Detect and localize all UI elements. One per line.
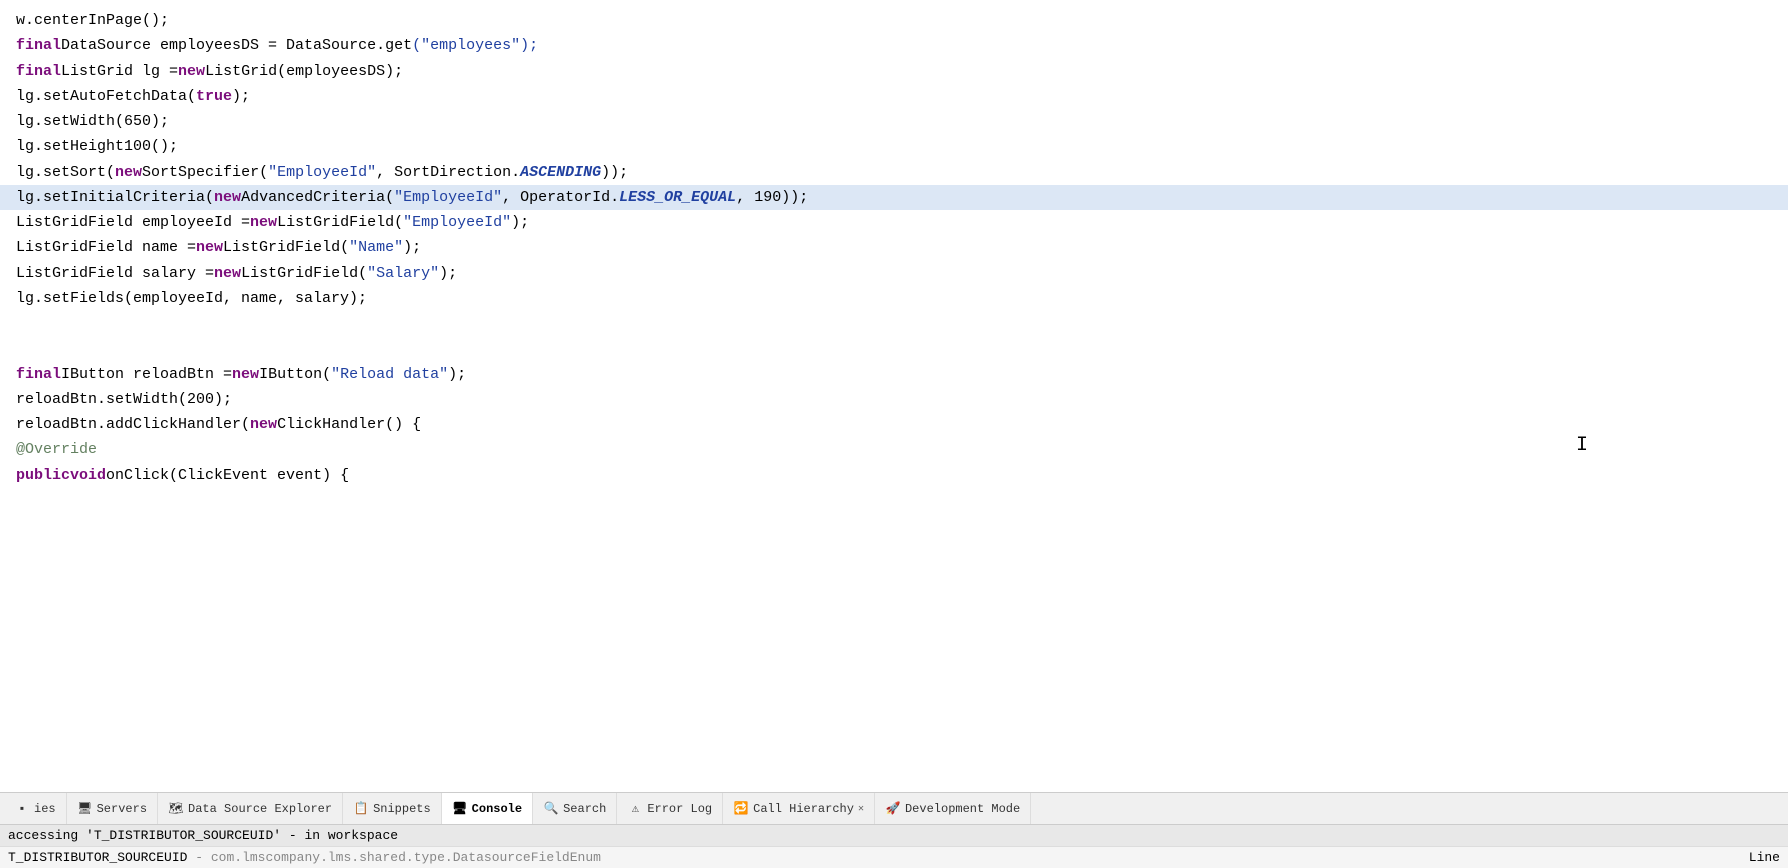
tab-search-label: Search — [563, 802, 606, 816]
tab-snippets[interactable]: 📋 Snippets — [343, 793, 442, 824]
code-line-line1: w.centerInPage(); — [0, 8, 1788, 33]
code-line-line7: lg.setSort(new SortSpecifier("EmployeeId… — [0, 160, 1788, 185]
status-line-indicator: Line — [1749, 850, 1780, 865]
code-line-line19: public void onClick(ClickEvent event) { — [0, 463, 1788, 488]
tab-devmode-label: Development Mode — [905, 802, 1020, 816]
code-line-line16: reloadBtn.setWidth(200); — [0, 387, 1788, 412]
status-accessing-text: accessing 'T_DISTRIBUTOR_SOURCEUID' - in… — [8, 828, 398, 843]
tab-search[interactable]: 🔍 Search — [533, 793, 617, 824]
console-icon: 🖥 — [452, 801, 468, 817]
devmode-icon: 🚀 — [885, 801, 901, 817]
status-field-name: T_DISTRIBUTOR_SOURCEUID — [8, 850, 187, 865]
tab-callhierarchy-label: Call Hierarchy — [753, 802, 854, 816]
tab-ies[interactable]: ▪ ies — [4, 793, 67, 824]
tab-datasource-label: Data Source Explorer — [188, 802, 332, 816]
tab-snippets-label: Snippets — [373, 802, 431, 816]
code-line-line13 — [0, 311, 1788, 336]
code-line-line14 — [0, 336, 1788, 361]
status-separator: - — [195, 850, 211, 865]
code-line-line18: @Override — [0, 437, 1788, 462]
status-class-path: com.lmscompany.lms.shared.type.Datasourc… — [211, 850, 601, 865]
datasource-icon: 🗺 — [168, 801, 184, 817]
errorlog-icon: ⚠ — [627, 801, 643, 817]
code-line-line15: final IButton reloadBtn = new IButton("R… — [0, 362, 1788, 387]
code-line-line2: final DataSource employeesDS = DataSourc… — [0, 33, 1788, 58]
bottom-tab-bar: ▪ ies 🖥 Servers 🗺 Data Source Explorer 📋 Snippe… — [0, 792, 1788, 824]
code-line-line10: ListGridField name = new ListGridField("… — [0, 235, 1788, 260]
tab-ies-label: ies — [34, 802, 56, 816]
code-line-line4: lg.setAutoFetchData(true); — [0, 84, 1788, 109]
tab-console-label: Console — [472, 802, 522, 816]
snippets-icon: 📋 — [353, 801, 369, 817]
tab-errorlog[interactable]: ⚠ Error Log — [617, 793, 723, 824]
servers-icon: 🖥 — [77, 801, 93, 817]
status-bar-line2: T_DISTRIBUTOR_SOURCEUID - com.lmscompany… — [0, 846, 1788, 868]
code-line-line5: lg.setWidth(650); — [0, 109, 1788, 134]
tab-callhierarchy-close[interactable]: ✕ — [858, 803, 864, 815]
code-line-line11: ListGridField salary = new ListGridField… — [0, 261, 1788, 286]
tab-console[interactable]: 🖥 Console — [442, 793, 533, 824]
code-editor[interactable]: w.centerInPage();final DataSource employ… — [0, 0, 1788, 792]
tab-servers-label: Servers — [97, 802, 147, 816]
tab-servers[interactable]: 🖥 Servers — [67, 793, 158, 824]
code-line-line17: reloadBtn.addClickHandler(new ClickHandl… — [0, 412, 1788, 437]
code-line-line8: lg.setInitialCriteria(new AdvancedCriter… — [0, 185, 1788, 210]
search-icon: 🔍 — [543, 801, 559, 817]
tab-devmode[interactable]: 🚀 Development Mode — [875, 793, 1031, 824]
code-line-line6: lg.setHeight100(); — [0, 134, 1788, 159]
tab-callhierarchy[interactable]: 🔁 Call Hierarchy ✕ — [723, 793, 875, 824]
ies-icon: ▪ — [14, 801, 30, 817]
tab-datasource[interactable]: 🗺 Data Source Explorer — [158, 793, 343, 824]
callhierarchy-icon: 🔁 — [733, 801, 749, 817]
code-line-line9: ListGridField employeeId = new ListGridF… — [0, 210, 1788, 235]
code-line-line12: lg.setFields(employeeId, name, salary); — [0, 286, 1788, 311]
code-line-line3: final ListGrid lg = new ListGrid(employe… — [0, 59, 1788, 84]
status-path-info: T_DISTRIBUTOR_SOURCEUID - com.lmscompany… — [8, 850, 601, 865]
status-bar-line1: accessing 'T_DISTRIBUTOR_SOURCEUID' - in… — [0, 824, 1788, 846]
tab-errorlog-label: Error Log — [647, 802, 712, 816]
